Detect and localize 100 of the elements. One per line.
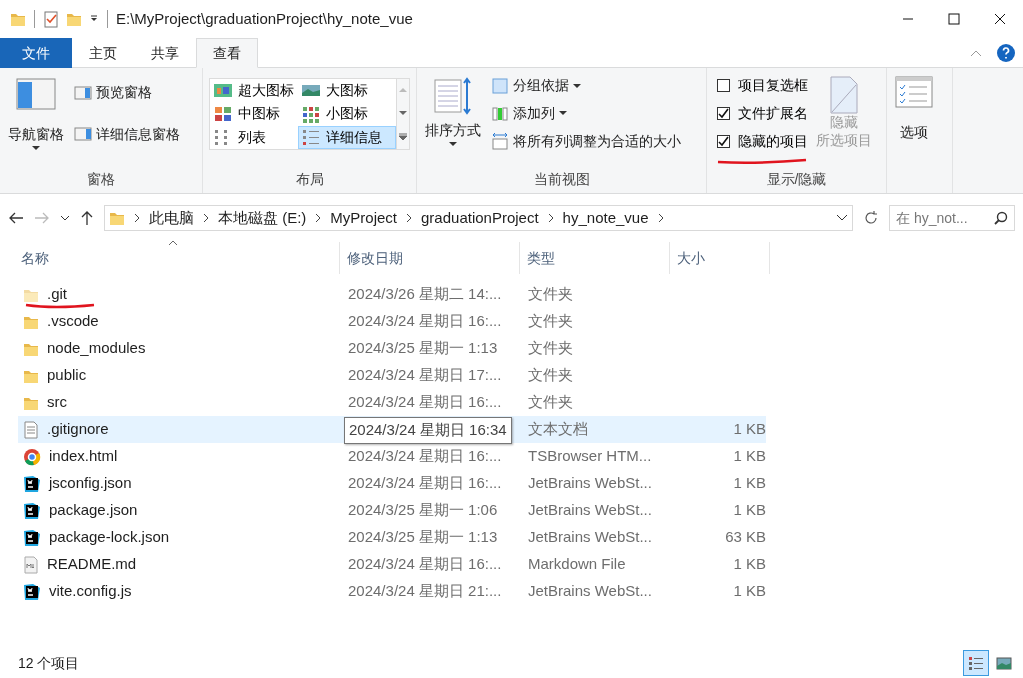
add-columns-button[interactable]: 添加列 xyxy=(489,101,683,126)
chevron-icon[interactable] xyxy=(133,213,141,223)
breadcrumb[interactable]: hy_note_vue xyxy=(562,206,649,230)
breadcrumb[interactable]: 本地磁盘 (E:) xyxy=(218,206,307,230)
file-row[interactable]: .gitignore 2024/3/24 星期日 16:34 文本文档 1 KB xyxy=(18,416,766,443)
file-name[interactable]: vite.config.js xyxy=(49,580,132,603)
file-row[interactable]: src 2024/3/24 星期日 16:... 文件夹 xyxy=(18,389,766,416)
ribbon-tab[interactable]: 主页 xyxy=(72,38,134,68)
pane-toggle-button[interactable]: 预览窗格 xyxy=(72,80,182,106)
file-row[interactable]: package-lock.json 2024/3/25 星期一 1:13 JetBrains WebSt... 63 KB xyxy=(18,524,766,551)
size-columns-button[interactable]: 将所有列调整为合适的大小 xyxy=(489,128,683,154)
file-name[interactable]: src xyxy=(47,391,67,414)
help-icon[interactable] xyxy=(996,42,1016,63)
navigation-pane-button[interactable]: 导航窗格 xyxy=(6,72,66,169)
recent-icon[interactable] xyxy=(60,214,70,222)
properties-icon[interactable] xyxy=(43,10,59,28)
column-header[interactable]: 名称 xyxy=(14,242,340,274)
layout-option[interactable]: 列表 xyxy=(210,125,298,149)
file-row[interactable]: public 2024/3/24 星期日 17:... 文件夹 xyxy=(18,362,766,389)
column-header[interactable]: 修改日期 xyxy=(340,242,520,274)
window-title: E:\MyProject\graduationProject\hy_note_vue xyxy=(116,8,413,29)
ribbon-tab[interactable]: 共享 xyxy=(134,38,196,68)
file-name[interactable]: node_modules xyxy=(47,337,146,360)
chevron-icon[interactable] xyxy=(202,213,210,223)
breadcrumb[interactable]: MyProject xyxy=(330,206,398,230)
file-row[interactable]: package.json 2024/3/25 星期一 1:06 JetBrains WebSt... 1 KB xyxy=(18,497,766,524)
file-size: 1 KB xyxy=(732,581,766,602)
file-name[interactable]: index.html xyxy=(49,445,118,468)
date-modified: 2024/3/25 星期一 1:13 xyxy=(348,338,498,359)
webstorm-icon xyxy=(23,582,41,601)
chevron-icon[interactable] xyxy=(546,213,555,223)
column-header[interactable]: 类型 xyxy=(520,242,670,274)
file-row[interactable]: index.html 2024/3/24 星期日 16:... TSBrowser HTM... 1 KB xyxy=(18,443,766,470)
webstorm-icon xyxy=(23,501,41,520)
file-row[interactable]: jsconfig.json 2024/3/24 星期日 16:... JetBrains WebSt... 1 KB xyxy=(18,470,766,497)
file-name[interactable]: package.json xyxy=(49,499,138,522)
file-name[interactable]: README.md xyxy=(47,553,137,576)
options-button[interactable]: 选项 xyxy=(893,72,935,169)
dropdown-icon[interactable] xyxy=(89,14,99,24)
file-name[interactable]: public xyxy=(47,364,87,387)
file-name[interactable]: jsconfig.json xyxy=(49,472,132,495)
column-header[interactable]: 大小 xyxy=(670,242,770,274)
file-type: 文件夹 xyxy=(527,338,574,359)
date-modified: 2024/3/24 星期日 16:... xyxy=(348,473,502,494)
refresh-icon[interactable] xyxy=(863,210,879,226)
chevron-icon[interactable] xyxy=(314,213,323,223)
pane-toggle-button[interactable]: 详细信息窗格 xyxy=(72,121,182,147)
check-icon xyxy=(717,108,729,119)
file-type: Markdown File xyxy=(527,554,627,575)
file-row[interactable]: node_modules 2024/3/25 星期一 1:13 文件夹 xyxy=(18,335,766,362)
group-by-button[interactable]: 分组依据 xyxy=(489,73,683,99)
maximize-icon[interactable] xyxy=(948,13,960,25)
date-modified: 2024/3/24 星期日 16:... xyxy=(348,446,502,467)
file-row[interactable]: README.md 2024/3/24 星期日 16:... Markdown File 1 KB xyxy=(18,551,766,578)
layout-option[interactable]: 超大图标 xyxy=(210,79,298,102)
layout-option[interactable]: 大图标 xyxy=(298,79,396,102)
file-name[interactable]: .vscode xyxy=(47,310,99,333)
date-modified: 2024/3/24 星期日 16:... xyxy=(348,311,502,332)
file-name[interactable]: .git xyxy=(47,283,67,306)
breadcrumb[interactable]: 此电脑 xyxy=(149,206,194,230)
file-name[interactable]: package-lock.json xyxy=(49,526,170,549)
file-row[interactable]: .vscode 2024/3/24 星期日 16:... 文件夹 xyxy=(18,308,766,335)
close-icon[interactable] xyxy=(994,13,1006,25)
file-size: 1 KB xyxy=(732,500,766,521)
caret-icon xyxy=(32,145,40,151)
details-view-button[interactable] xyxy=(963,650,989,676)
checkbox[interactable]: 文件扩展名 xyxy=(716,100,808,127)
layout-option[interactable]: 详细信息 xyxy=(298,125,396,149)
check-icon xyxy=(717,135,729,147)
up-icon[interactable] xyxy=(80,210,94,226)
more-icon[interactable] xyxy=(399,132,407,141)
ribbon-tab[interactable]: 文件 xyxy=(0,38,72,68)
file-type: 文件夹 xyxy=(527,365,574,386)
file-type: 文件夹 xyxy=(527,311,574,332)
layout-option[interactable]: 小图标 xyxy=(298,102,396,126)
address-bar[interactable]: 此电脑 本地磁盘 (E:) MyProject graduationProject hy_note_vue xyxy=(104,205,853,231)
dropdown-icon[interactable] xyxy=(836,214,848,222)
file-row[interactable]: .git 2024/3/26 星期二 14:... 文件夹 xyxy=(18,281,766,308)
checkbox[interactable]: 隐藏的项目 xyxy=(716,127,808,164)
back-icon[interactable] xyxy=(8,211,24,225)
file-row[interactable]: vite.config.js 2024/3/24 星期日 21:... JetBrains WebSt... 1 KB xyxy=(18,578,766,605)
breadcrumb[interactable]: graduationProject xyxy=(421,206,539,230)
pane-icon xyxy=(16,76,56,112)
sort-icon xyxy=(433,76,473,116)
file-name[interactable]: .gitignore xyxy=(47,418,109,441)
tooltip: 2024/3/24 星期日 16:34 xyxy=(344,417,512,444)
search-field[interactable]: 在 hy_not... xyxy=(889,205,1015,231)
sort-by-button[interactable]: 排序方式 xyxy=(423,72,483,169)
collapse-ribbon-icon[interactable] xyxy=(970,48,982,57)
date-modified: 2024/3/25 星期一 1:06 xyxy=(348,500,498,521)
group-label: 当前视图 xyxy=(532,170,591,189)
scroll-down-icon[interactable] xyxy=(399,110,407,116)
preview-pane-icon xyxy=(74,84,92,101)
sort-indicator-icon xyxy=(168,240,178,246)
layout-option[interactable]: 中图标 xyxy=(210,102,298,126)
ribbon-tab[interactable]: 查看 xyxy=(196,38,258,68)
fit-columns-icon xyxy=(491,132,509,151)
checkbox[interactable]: 项目复选框 xyxy=(716,72,808,100)
chevron-icon[interactable] xyxy=(405,213,414,223)
chevron-icon[interactable] xyxy=(656,213,665,223)
